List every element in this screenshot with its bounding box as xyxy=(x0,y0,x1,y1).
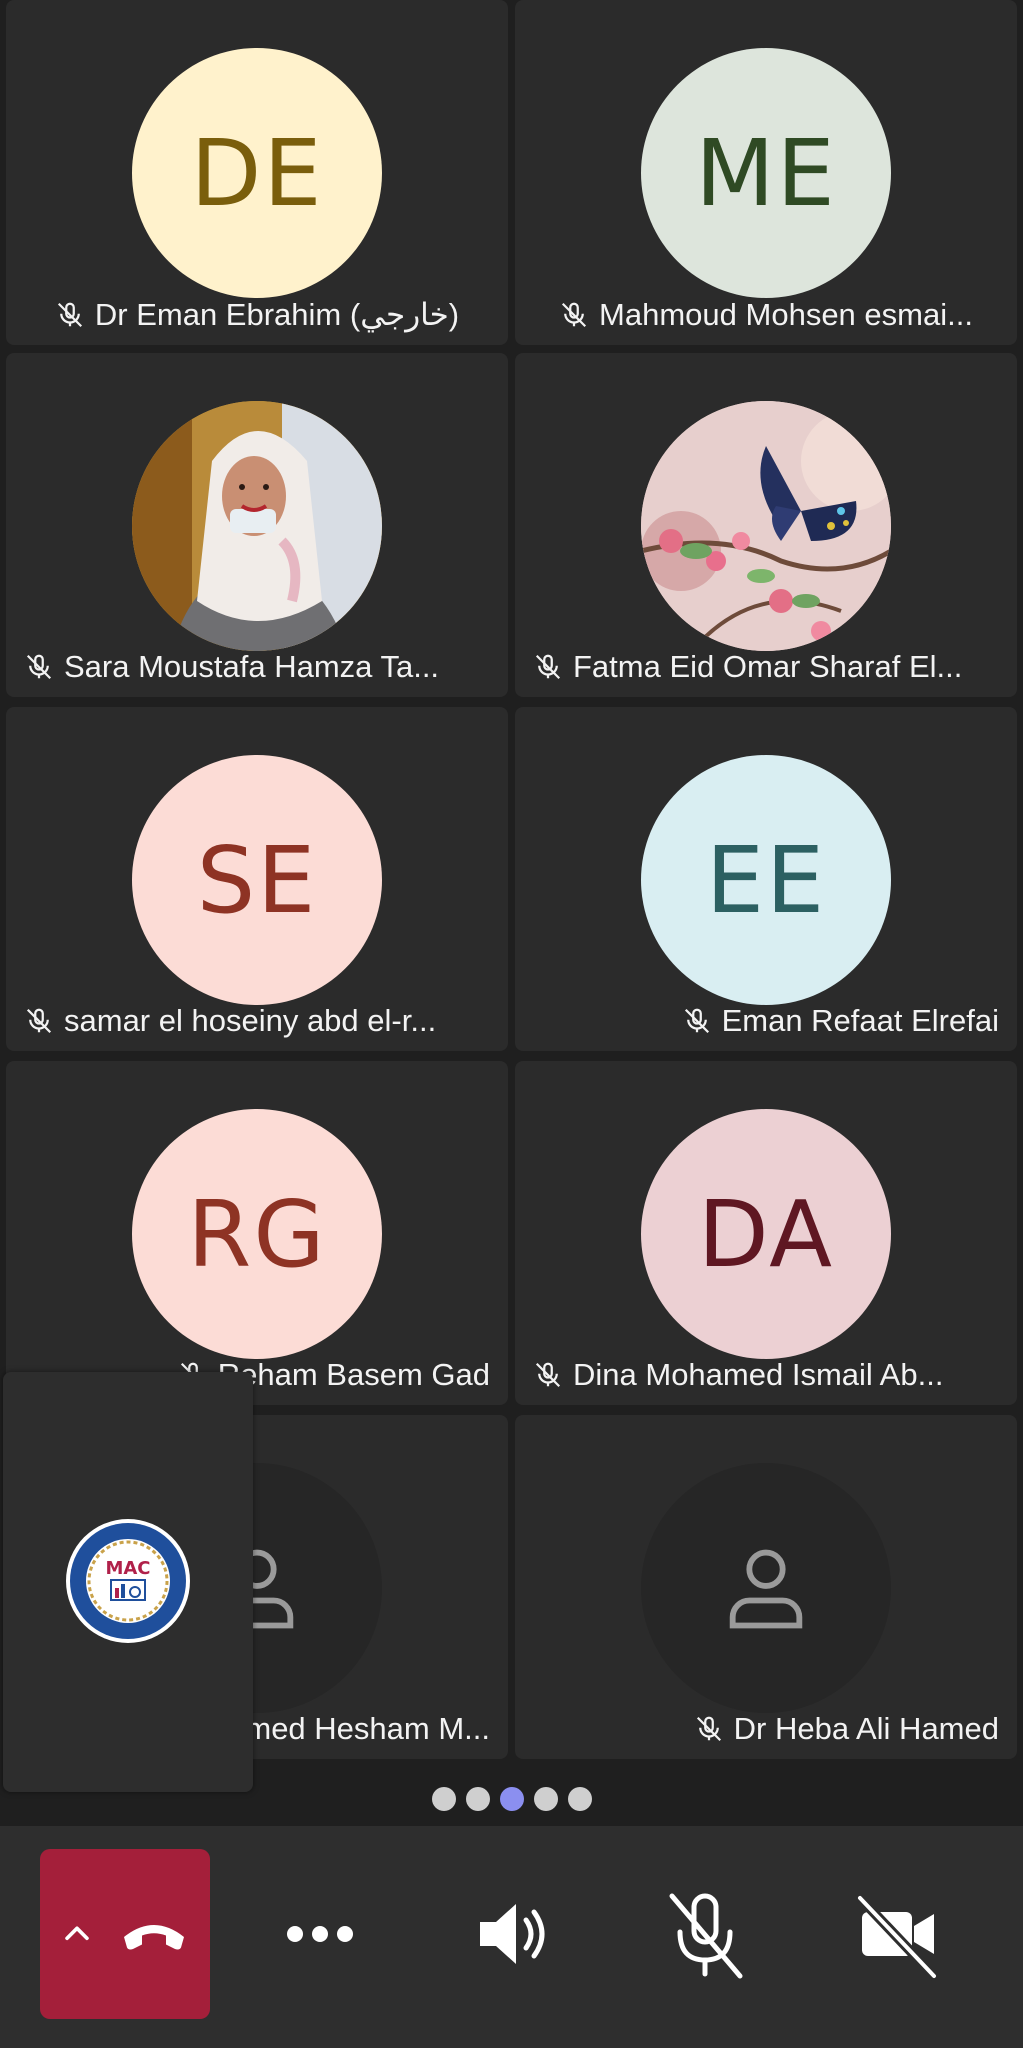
participant-avatar: RG xyxy=(132,1109,382,1359)
participant-name: samar el hoseiny abd el-r... xyxy=(64,1003,437,1038)
avatar-initials: RG xyxy=(187,1180,327,1288)
person-photo xyxy=(132,401,382,651)
page-dot[interactable] xyxy=(431,1787,456,1811)
chevron-up-icon xyxy=(65,1926,89,1941)
page-dot[interactable] xyxy=(567,1787,592,1811)
participant-name: Fatma Eid Omar Sharaf El... xyxy=(573,649,963,684)
participant-name-row: Sara Moustafa Hamza Ta... xyxy=(24,645,490,689)
page-dot-active[interactable] xyxy=(499,1787,524,1811)
mic-off-icon xyxy=(535,1362,561,1388)
participant-avatar: DA xyxy=(641,1109,891,1359)
video-off-icon[interactable] xyxy=(842,1884,952,1984)
participant-avatar: SE xyxy=(132,755,382,1005)
call-controls xyxy=(0,1826,1023,2048)
mic-off-icon xyxy=(57,302,82,328)
mic-off-icon[interactable] xyxy=(650,1884,760,1984)
avatar-initials: DA xyxy=(697,1180,835,1288)
mic-off-icon xyxy=(562,302,587,328)
participant-tile[interactable]: DA Dina Mohamed Ismail Ab... xyxy=(515,1061,1017,1405)
participant-tile[interactable]: SE samar el hoseiny abd el-r... xyxy=(6,707,508,1051)
participant-name-row: Dr Heba Ali Hamed xyxy=(533,1707,999,1751)
participant-tile[interactable]: EE Eman Refaat Elrefai xyxy=(515,707,1017,1051)
participant-name-row: Eman Refaat Elrefai xyxy=(533,999,999,1043)
mic-off-icon xyxy=(684,1008,709,1034)
person-icon xyxy=(729,1549,803,1629)
participant-avatar: DE xyxy=(132,48,382,298)
participant-tile[interactable]: Dr Heba Ali Hamed xyxy=(515,1415,1017,1759)
participant-tile[interactable]: DE Dr Eman Ebrahim (خارجي) xyxy=(6,0,508,345)
participant-tile[interactable]: Fatma Eid Omar Sharaf El... xyxy=(515,353,1017,697)
avatar-initials: EE xyxy=(705,826,827,934)
participant-name: Reham Basem Gad xyxy=(217,1357,490,1392)
meeting-screen: DE Dr Eman Ebrahim (خارجي) ME Mahmoud Mo… xyxy=(0,0,1023,2048)
mic-off-icon xyxy=(535,654,561,680)
participant-tile[interactable]: RG Reham Basem Gad xyxy=(6,1061,508,1405)
avatar-initials: ME xyxy=(695,119,837,227)
hang-up-icon xyxy=(124,1925,184,1950)
participant-name: Dina Mohamed Ismail Ab... xyxy=(573,1357,944,1392)
participant-tile[interactable]: Sara Moustafa Hamza Ta... xyxy=(6,353,508,697)
mic-off-icon xyxy=(26,654,52,680)
participant-name: Mahmoud Mohsen esmai... xyxy=(599,297,973,332)
participant-name: Dr Heba Ali Hamed xyxy=(733,1711,999,1746)
organization-logo: MAC xyxy=(66,1519,190,1643)
mic-off-icon xyxy=(26,1008,52,1034)
page-indicator xyxy=(0,1787,1023,1813)
participant-name-row: Fatma Eid Omar Sharaf El... xyxy=(533,645,999,689)
participant-name-row: Mahmoud Mohsen esmai... xyxy=(533,293,999,337)
avatar-initials: DE xyxy=(190,119,324,227)
participant-avatar xyxy=(641,1463,891,1713)
participant-name-row: Dina Mohamed Ismail Ab... xyxy=(533,1353,999,1397)
person-photo-image xyxy=(132,401,382,651)
participant-avatar: ME xyxy=(641,48,891,298)
speaker-icon[interactable] xyxy=(458,1884,568,1984)
butterfly-photo xyxy=(641,401,891,651)
participant-name-row: samar el hoseiny abd el-r... xyxy=(24,999,490,1043)
svg-text:MAC: MAC xyxy=(105,1558,150,1579)
participant-name: Eman Refaat Elrefai xyxy=(721,1003,999,1038)
page-dot[interactable] xyxy=(465,1787,490,1811)
participant-name-row: Dr Eman Ebrahim (خارجي) xyxy=(24,293,490,337)
participant-avatar: EE xyxy=(641,755,891,1005)
page-dot[interactable] xyxy=(533,1787,558,1811)
mic-off-icon xyxy=(696,1716,721,1742)
participant-name: Dr Eman Ebrahim (خارجي) xyxy=(94,297,460,332)
participant-name: Sara Moustafa Hamza Ta... xyxy=(64,649,440,684)
butterfly-photo-image xyxy=(641,401,891,651)
hang-up-button[interactable] xyxy=(40,1849,210,2019)
participant-tile[interactable]: ME Mahmoud Mohsen esmai... xyxy=(515,0,1017,345)
avatar-initials: SE xyxy=(196,826,318,934)
more-icon[interactable] xyxy=(265,1884,375,1984)
